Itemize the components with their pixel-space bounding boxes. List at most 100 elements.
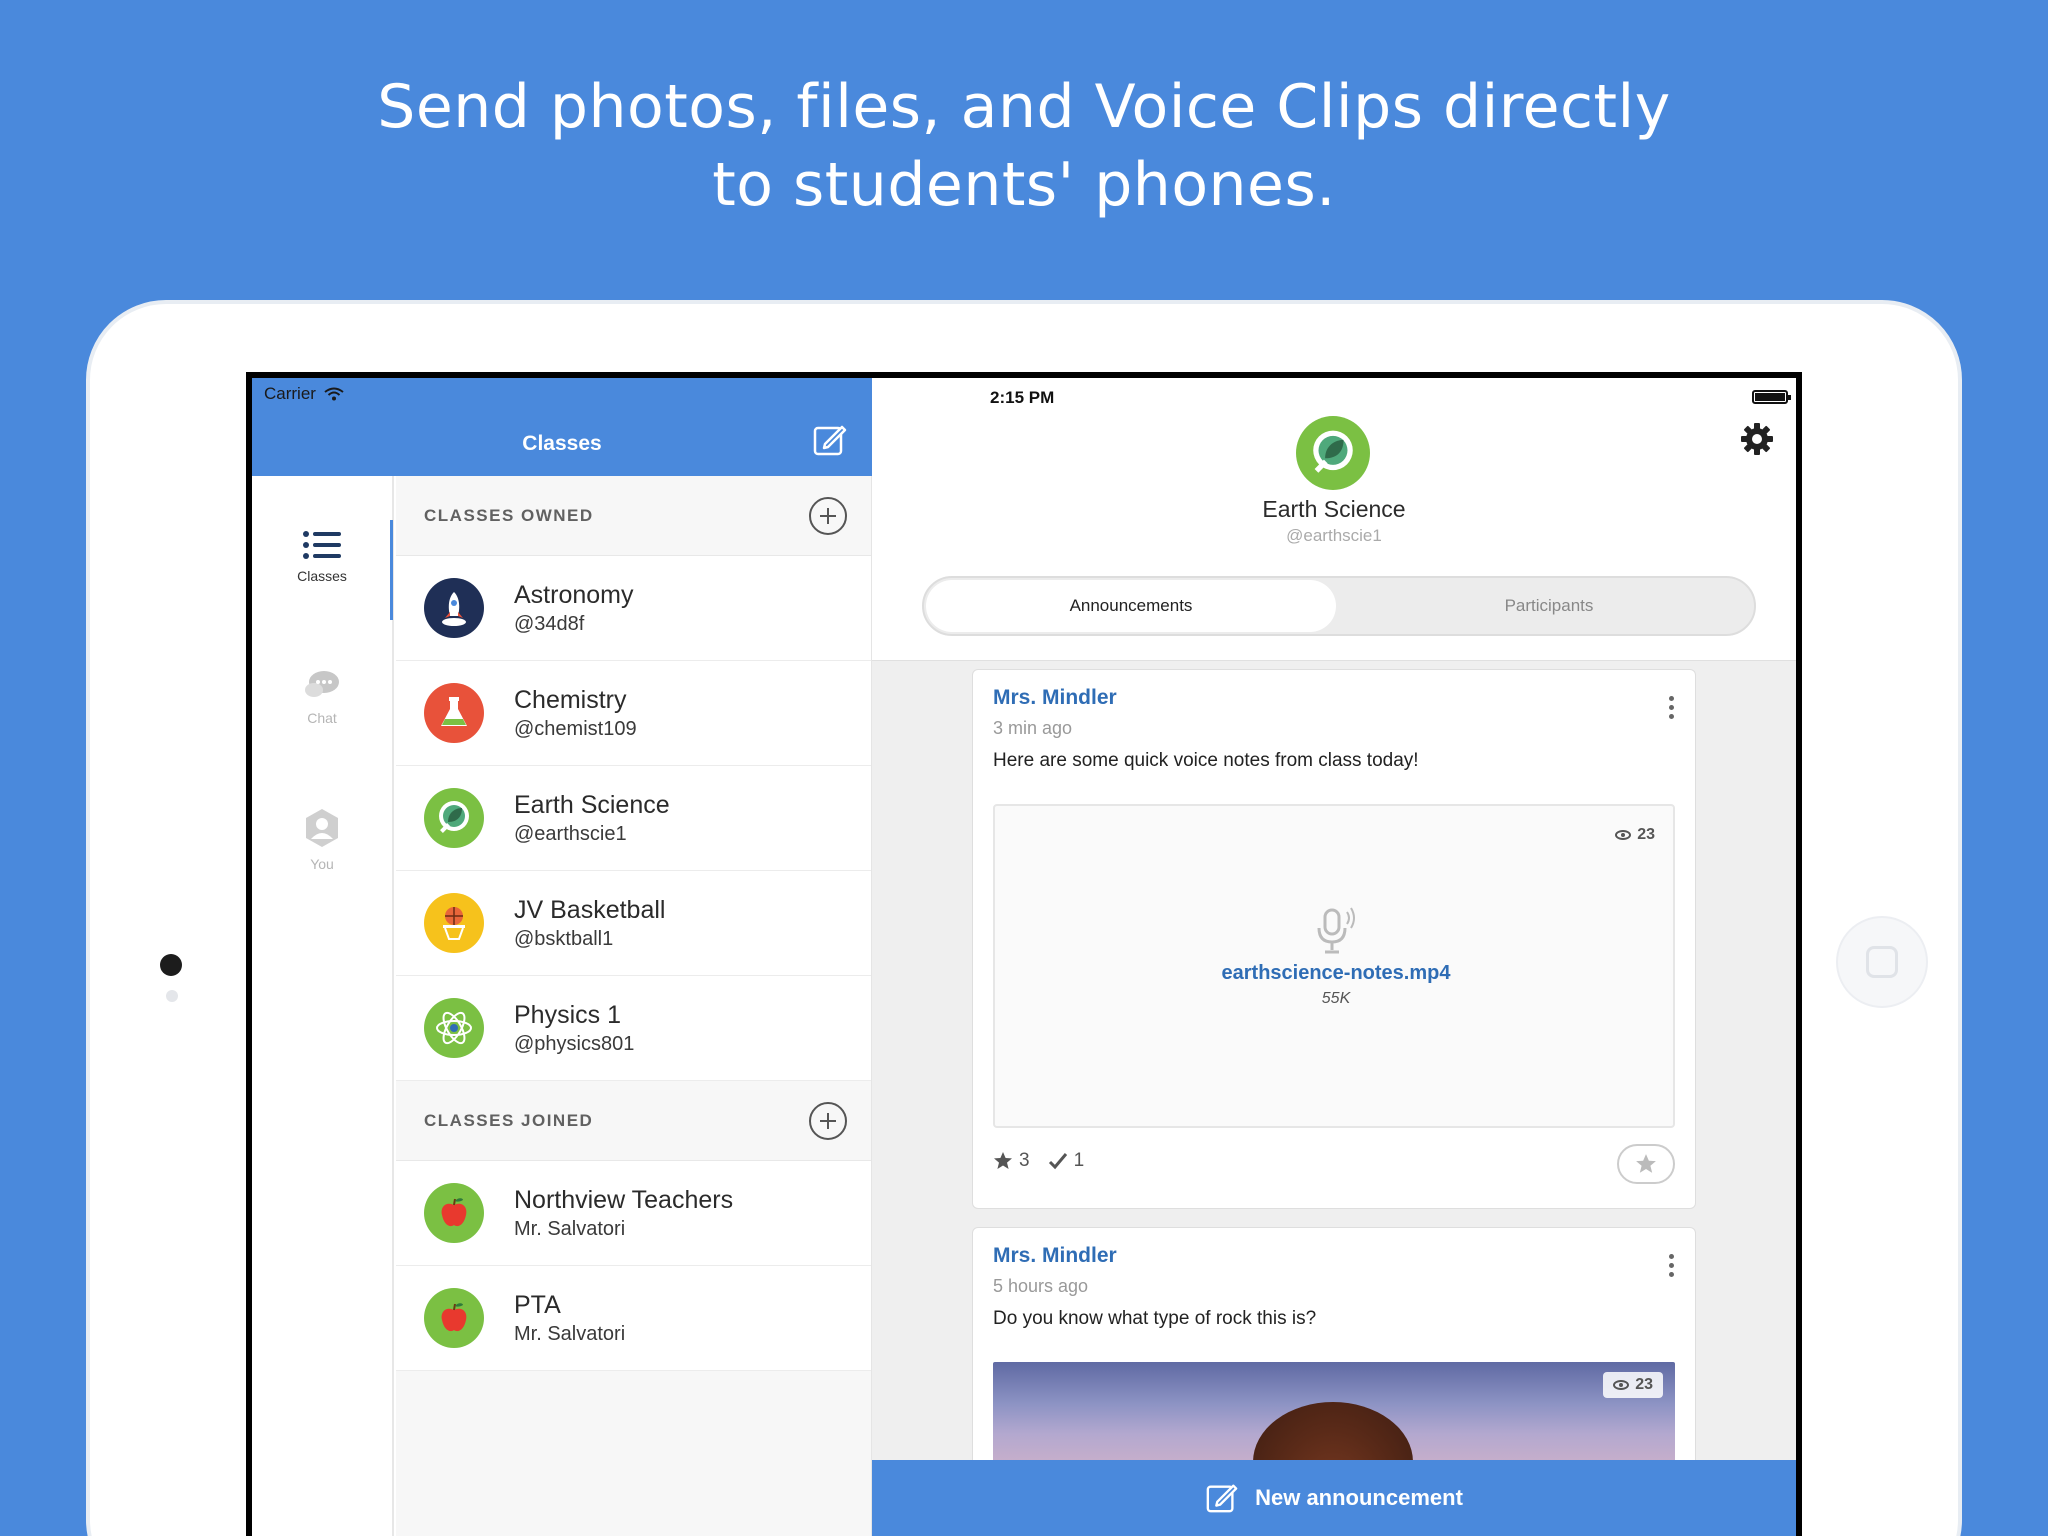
class-row-earth-science[interactable]: Earth Science @earthscie1 bbox=[396, 766, 871, 871]
class-handle: @chemist109 bbox=[514, 718, 637, 740]
rail-label-chat: Chat bbox=[307, 710, 337, 726]
compose-icon[interactable] bbox=[812, 422, 848, 458]
post-author[interactable]: Mrs. Mindler bbox=[993, 1244, 1117, 1268]
check-count: 1 bbox=[1048, 1150, 1085, 1172]
class-name: Northview Teachers bbox=[514, 1186, 734, 1214]
class-handle: @physics801 bbox=[514, 1033, 635, 1055]
join-class-button[interactable] bbox=[809, 1101, 847, 1140]
view-count-value: 23 bbox=[1635, 1376, 1653, 1393]
headline-line-2: to students' phones. bbox=[712, 150, 1336, 220]
rail-label-classes: Classes bbox=[297, 568, 347, 584]
voice-clip-attachment[interactable]: 23 earthscience-notes.mp4 55K bbox=[993, 804, 1675, 1128]
favorite-button[interactable] bbox=[1617, 1144, 1675, 1184]
home-button[interactable] bbox=[1836, 916, 1928, 1008]
check-count-value: 1 bbox=[1073, 1150, 1085, 1171]
rail-item-classes[interactable]: Classes bbox=[252, 530, 392, 584]
add-owned-class-button[interactable] bbox=[809, 496, 847, 535]
view-count: 23 bbox=[1603, 1372, 1663, 1398]
device-screen: Carrier Classes Classes Chat You CLASSES… bbox=[246, 372, 1802, 1536]
apple-icon bbox=[424, 1288, 484, 1348]
class-handle: @34d8f bbox=[514, 613, 585, 635]
class-detail-title: Earth Science bbox=[1262, 496, 1406, 522]
eye-icon bbox=[1613, 1380, 1630, 1390]
classes-joined-title: CLASSES JOINED bbox=[424, 1110, 594, 1130]
post-message: Do you know what type of rock this is? bbox=[993, 1308, 1317, 1329]
classes-header: Carrier Classes bbox=[252, 378, 872, 476]
basketball-hoop-icon bbox=[424, 893, 484, 953]
class-name: Physics 1 bbox=[514, 1001, 621, 1029]
marketing-headline: Send photos, files, and Voice Clips dire… bbox=[0, 68, 2048, 224]
class-name: Earth Science bbox=[514, 791, 670, 819]
apple-icon bbox=[424, 1183, 484, 1243]
star-count-value: 3 bbox=[1019, 1150, 1030, 1171]
post-stats: 3 1 bbox=[993, 1150, 1084, 1172]
post-author[interactable]: Mrs. Mindler bbox=[993, 686, 1117, 710]
class-name: PTA bbox=[514, 1291, 561, 1319]
more-options-icon[interactable] bbox=[1669, 1254, 1675, 1278]
ambient-sensor bbox=[166, 990, 178, 1002]
leaf-magnifier-icon bbox=[424, 788, 484, 848]
rail-label-you: You bbox=[310, 856, 334, 872]
chat-bubble-icon bbox=[305, 671, 339, 697]
wifi-icon bbox=[324, 387, 344, 401]
class-handle: @earthscie1 bbox=[514, 823, 627, 845]
tab-announcements[interactable]: Announcements bbox=[926, 580, 1336, 632]
user-hex-icon bbox=[306, 809, 338, 847]
class-row-astronomy[interactable]: Astronomy @34d8f bbox=[396, 556, 871, 661]
class-name: Astronomy bbox=[514, 581, 634, 609]
attachment-filename[interactable]: earthscience-notes.mp4 bbox=[995, 962, 1677, 985]
new-announcement-label: New announcement bbox=[1255, 1485, 1463, 1510]
class-row-pta[interactable]: PTA Mr. Salvatori bbox=[396, 1266, 871, 1371]
segmented-control: Announcements Participants bbox=[922, 576, 1756, 636]
nav-rail: Classes Chat You bbox=[252, 476, 394, 1536]
flask-icon bbox=[424, 683, 484, 743]
announcement-feed: Mrs. Mindler 3 min ago Here are some qui… bbox=[872, 660, 1796, 1536]
battery-icon bbox=[1752, 390, 1791, 404]
class-detail-handle: @earthscie1 bbox=[1286, 526, 1382, 545]
class-row-chemistry[interactable]: Chemistry @chemist109 bbox=[396, 661, 871, 766]
class-owner: Mr. Salvatori bbox=[514, 1218, 626, 1240]
class-row-jv-basketball[interactable]: JV Basketball @bsktball1 bbox=[396, 871, 871, 976]
headline-line-1: Send photos, files, and Voice Clips dire… bbox=[377, 72, 1671, 142]
gear-icon[interactable] bbox=[1740, 422, 1774, 456]
class-row-physics-1[interactable]: Physics 1 @physics801 bbox=[396, 976, 871, 1081]
classes-owned-title: CLASSES OWNED bbox=[424, 505, 594, 525]
check-icon bbox=[1048, 1153, 1067, 1170]
atom-icon bbox=[424, 998, 484, 1058]
classes-owned-header: CLASSES OWNED bbox=[396, 476, 871, 556]
microphone-icon bbox=[1317, 907, 1355, 954]
status-carrier: Carrier bbox=[264, 384, 344, 404]
leaf-magnifier-icon bbox=[1313, 430, 1353, 473]
eye-icon bbox=[1615, 830, 1632, 840]
star-icon bbox=[994, 1152, 1012, 1169]
class-handle: @bsktball1 bbox=[514, 928, 614, 950]
front-camera bbox=[160, 954, 182, 976]
rocket-icon bbox=[424, 578, 484, 638]
class-list: CLASSES OWNED Astronomy @34d8f Chemistry… bbox=[396, 476, 872, 1536]
class-owner: Mr. Salvatori bbox=[514, 1323, 626, 1345]
classes-joined-header: CLASSES JOINED bbox=[396, 1081, 871, 1161]
new-announcement-button[interactable]: New announcement bbox=[872, 1460, 1796, 1536]
star-count: 3 bbox=[993, 1150, 1030, 1172]
status-time: 2:15 PM bbox=[990, 388, 1055, 407]
class-name: Chemistry bbox=[514, 686, 627, 714]
star-outline-icon bbox=[1636, 1154, 1656, 1173]
rail-item-you[interactable]: You bbox=[252, 808, 392, 872]
post-message: Here are some quick voice notes from cla… bbox=[993, 750, 1419, 771]
attachment-size: 55K bbox=[1321, 990, 1351, 1007]
more-options-icon[interactable] bbox=[1669, 696, 1675, 720]
list-icon bbox=[303, 531, 341, 559]
post-time: 3 min ago bbox=[993, 718, 1073, 738]
announcement-card: Mrs. Mindler 3 min ago Here are some qui… bbox=[972, 669, 1696, 1209]
view-count: 23 bbox=[1615, 826, 1655, 844]
tab-participants[interactable]: Participants bbox=[1344, 578, 1754, 634]
rail-item-chat[interactable]: Chat bbox=[252, 670, 392, 726]
class-row-northview-teachers[interactable]: Northview Teachers Mr. Salvatori bbox=[396, 1161, 871, 1266]
compose-icon bbox=[1206, 1484, 1238, 1513]
view-count-value: 23 bbox=[1637, 826, 1655, 843]
carrier-label: Carrier bbox=[264, 384, 316, 403]
post-time: 5 hours ago bbox=[993, 1276, 1089, 1296]
classes-title: Classes bbox=[522, 432, 602, 455]
class-name: JV Basketball bbox=[514, 896, 666, 924]
class-avatar bbox=[1296, 416, 1370, 490]
